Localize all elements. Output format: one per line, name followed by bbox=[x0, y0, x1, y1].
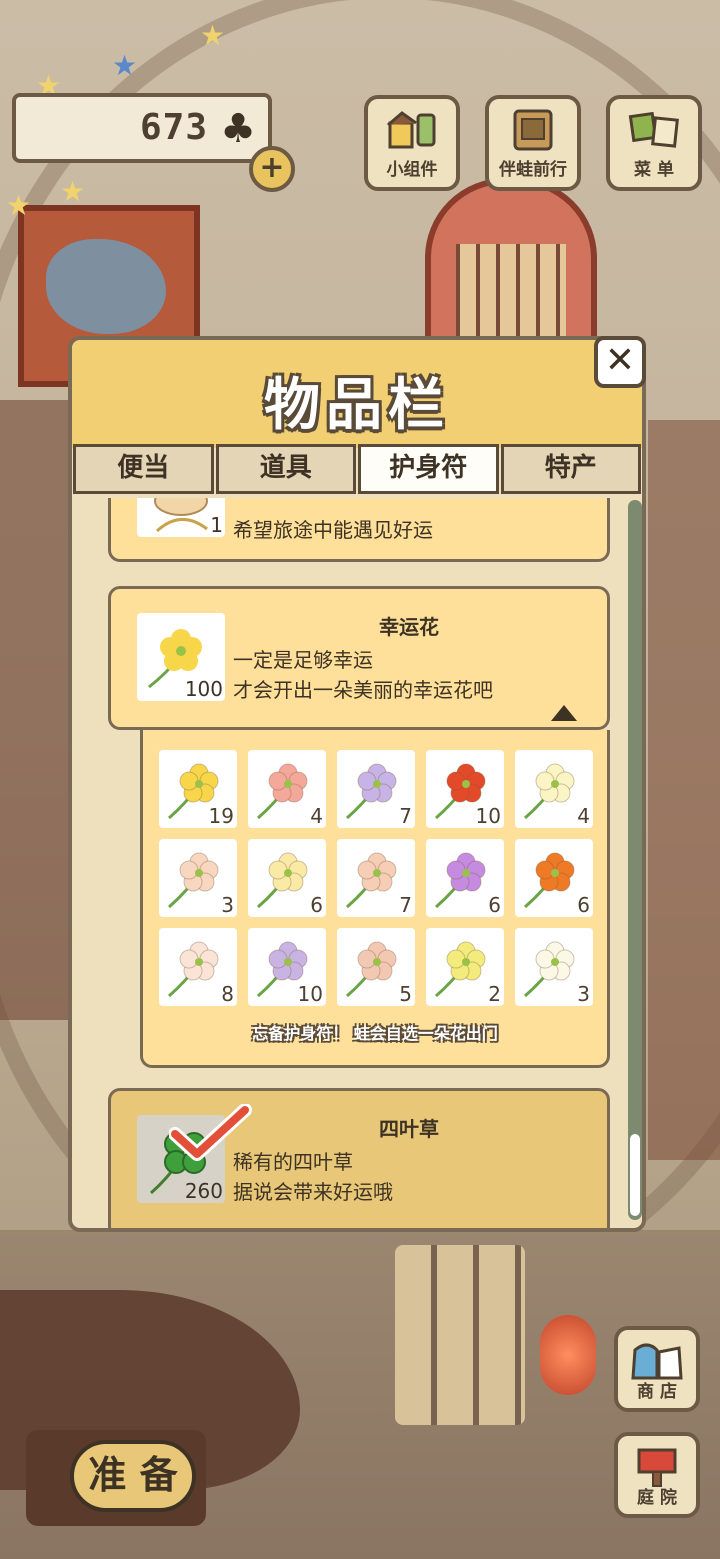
flower-hint: 忘备护身符！ 蛙会自选一朵花出门 bbox=[252, 1024, 498, 1043]
yard-icon bbox=[637, 1448, 677, 1487]
star-decoration: ★ bbox=[112, 49, 138, 82]
clover-count: 673 bbox=[139, 107, 208, 148]
frog-companion-button[interactable]: 伴蛙前行 bbox=[485, 95, 581, 191]
flower-qty: 6 bbox=[310, 893, 323, 917]
flower-qty: 3 bbox=[577, 982, 590, 1006]
star-decoration: ★ bbox=[200, 19, 226, 52]
list-scrollbar[interactable] bbox=[628, 500, 642, 1220]
lucky-flower-name: 幸运花 bbox=[379, 615, 439, 639]
flower-qty: 4 bbox=[310, 804, 323, 828]
flower-cell[interactable]: 3 bbox=[515, 928, 593, 1006]
arched-window bbox=[425, 178, 597, 350]
lucky-flower-qty: 100 bbox=[184, 677, 223, 701]
flower-cell[interactable]: 8 bbox=[159, 928, 237, 1006]
tab-specialties[interactable]: 特产 bbox=[500, 444, 641, 494]
flower-qty: 6 bbox=[577, 893, 590, 917]
lantern bbox=[540, 1315, 596, 1395]
flower-cell[interactable]: 6 bbox=[426, 839, 504, 917]
yard-label: 庭 院 bbox=[637, 1488, 677, 1508]
menu-icon bbox=[628, 111, 679, 148]
menu-label: 菜 单 bbox=[634, 160, 674, 180]
flower-qty: 5 bbox=[399, 982, 412, 1006]
frog-companion-icon bbox=[513, 109, 553, 151]
flower-qty: 10 bbox=[475, 804, 501, 828]
flower-cell[interactable]: 7 bbox=[337, 839, 415, 917]
tab-charms[interactable]: 护身符 bbox=[358, 444, 499, 494]
ready-label: 准 备 bbox=[70, 1440, 196, 1512]
flower-qty: 19 bbox=[208, 804, 234, 828]
tab-tools[interactable]: 道具 bbox=[215, 444, 356, 494]
clover-desc: 稀有的四叶草 据说会带来好运哦 bbox=[233, 1150, 393, 1204]
shop-button[interactable]: 商 店 bbox=[614, 1326, 700, 1412]
star-decoration: ★ bbox=[6, 189, 32, 222]
frog-companion-label: 伴蛙前行 bbox=[499, 160, 567, 180]
clover-counter: 673 ♣ bbox=[12, 93, 272, 163]
flower-qty: 7 bbox=[399, 804, 412, 828]
charm-list: 1 希望旅途中能遇见好运 100 幸运花 一定是足够幸运 才会开出一朵美丽的幸运… bbox=[72, 498, 642, 1228]
flower-cell[interactable]: 4 bbox=[248, 750, 326, 828]
flower-qty: 7 bbox=[399, 893, 412, 917]
flower-cell[interactable]: 10 bbox=[248, 928, 326, 1006]
left-shelf bbox=[0, 400, 70, 1020]
flower-qty: 4 bbox=[577, 804, 590, 828]
flower-qty: 3 bbox=[221, 893, 234, 917]
shop-label: 商 店 bbox=[637, 1382, 677, 1402]
widget-label: 小组件 bbox=[386, 160, 438, 180]
inventory-tabs: 便当 道具 护身符 特产 bbox=[72, 444, 642, 498]
selected-check-icon bbox=[169, 1104, 252, 1161]
yard-button[interactable]: 庭 院 bbox=[614, 1432, 700, 1518]
folding-screen bbox=[395, 1245, 525, 1425]
clover-icon: ♣ bbox=[220, 106, 256, 152]
flower-qty: 6 bbox=[488, 893, 501, 917]
scroll-thumb[interactable] bbox=[630, 1134, 640, 1216]
flower-qty: 2 bbox=[488, 982, 501, 1006]
panel-title: 物品栏 bbox=[264, 373, 450, 438]
star-decoration: ★ bbox=[60, 175, 86, 208]
flower-cell[interactable]: 6 bbox=[515, 839, 593, 917]
flower-cell[interactable]: 7 bbox=[337, 750, 415, 828]
widget-button[interactable]: 小组件 bbox=[364, 95, 460, 191]
lucky-flower-desc: 一定是足够幸运 才会开出一朵美丽的幸运花吧 bbox=[233, 648, 493, 702]
charm-thumbnail: 1 bbox=[137, 498, 225, 537]
flower-cell[interactable]: 4 bbox=[515, 750, 593, 828]
flower-cell[interactable]: 3 bbox=[159, 839, 237, 917]
flower-cell[interactable]: 19 bbox=[159, 750, 237, 828]
flower-grid: 19 4 7 10 4 3 6 7 6 6 8 10 5 2 3 忘备护身符！ 蛙会自选一朵花出门 bbox=[140, 730, 610, 1068]
charm-desc: 希望旅途中能遇见好运 bbox=[233, 518, 433, 542]
shop-icon bbox=[631, 1343, 683, 1380]
right-shelf bbox=[648, 420, 720, 1160]
collapse-arrow-icon[interactable] bbox=[551, 705, 577, 721]
flower-cell[interactable]: 5 bbox=[337, 928, 415, 1006]
flower-qty: 8 bbox=[221, 982, 234, 1006]
flower-cell[interactable]: 10 bbox=[426, 750, 504, 828]
clover-qty: 260 bbox=[184, 1179, 223, 1203]
charm-card-lucky-flower[interactable]: 100 幸运花 一定是足够幸运 才会开出一朵美丽的幸运花吧 bbox=[108, 586, 610, 730]
panel-header: 物品栏 bbox=[72, 340, 642, 448]
flower-cell[interactable]: 2 bbox=[426, 928, 504, 1006]
charm-qty: 1 bbox=[210, 513, 223, 537]
widget-icon bbox=[387, 111, 436, 149]
flower-qty: 10 bbox=[297, 982, 323, 1006]
flower-cell[interactable]: 6 bbox=[248, 839, 326, 917]
inventory-panel: 物品栏 便当 道具 护身符 特产 1 希望旅途中能遇见好运 100 幸运花 一定… bbox=[68, 336, 646, 1232]
close-button[interactable]: ✕ bbox=[594, 336, 646, 388]
tab-bento[interactable]: 便当 bbox=[73, 444, 214, 494]
add-clover-button[interactable]: + bbox=[249, 146, 295, 192]
ready-button[interactable]: 准 备 bbox=[26, 1430, 206, 1526]
menu-button[interactable]: 菜 单 bbox=[606, 95, 702, 191]
charm-card-partial[interactable]: 1 希望旅途中能遇见好运 bbox=[108, 498, 610, 562]
